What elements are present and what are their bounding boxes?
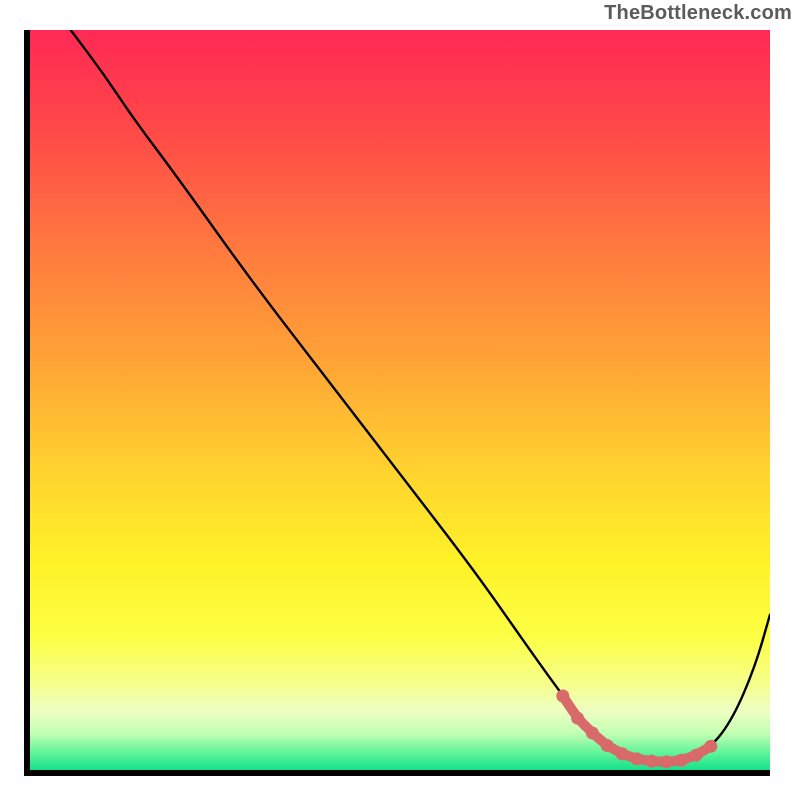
optimal-range-dot — [586, 727, 599, 740]
plot-background — [30, 30, 770, 770]
x-axis-line — [24, 770, 770, 776]
optimal-range-dot — [690, 749, 703, 762]
optimal-range-dot — [660, 755, 673, 768]
optimal-range-dot — [675, 754, 688, 767]
optimal-range-dot — [556, 690, 569, 703]
optimal-range-dot — [601, 739, 614, 752]
watermark-label: TheBottleneck.com — [604, 2, 792, 25]
optimal-range-dot — [645, 755, 658, 768]
chart-container: TheBottleneck.com — [0, 0, 800, 800]
optimal-range-dot — [616, 747, 629, 760]
bottleneck-chart-svg — [0, 0, 800, 800]
optimal-range-dot — [704, 740, 717, 753]
optimal-range-dot — [630, 752, 643, 765]
y-axis-line — [24, 30, 30, 776]
optimal-range-dot — [571, 712, 584, 725]
